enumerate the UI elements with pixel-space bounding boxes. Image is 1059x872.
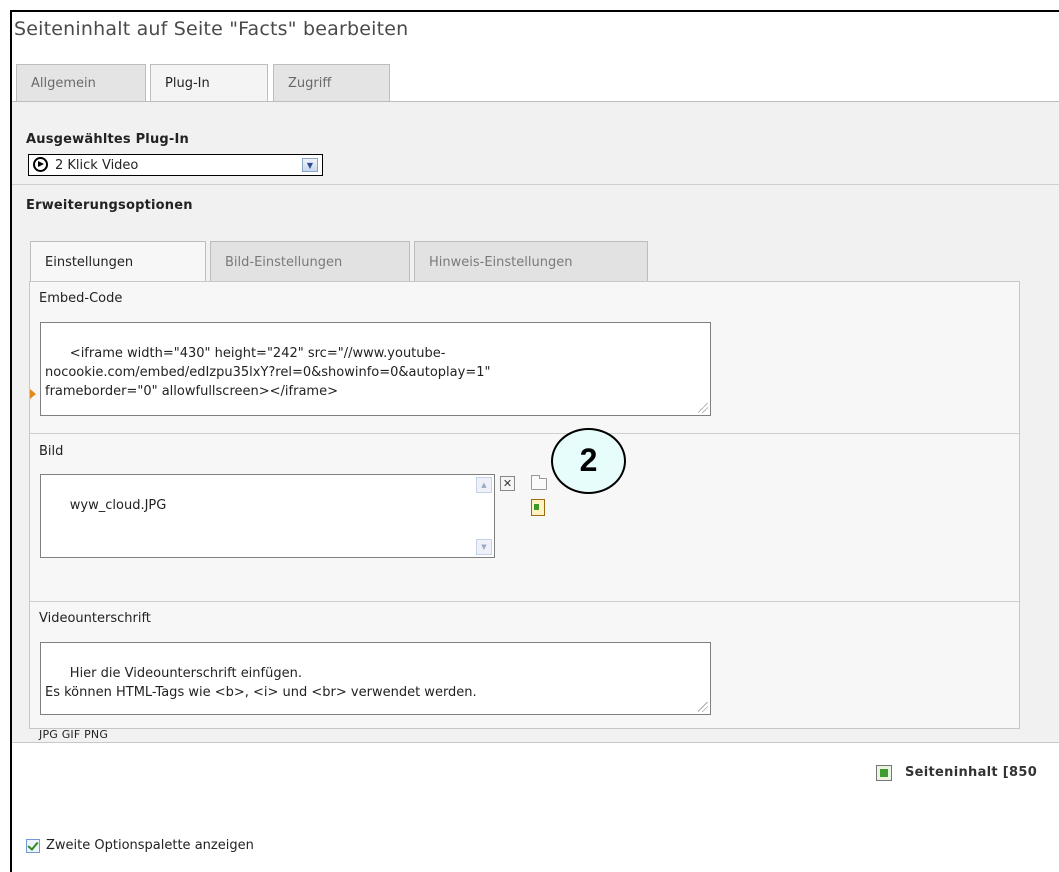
save-label[interactable]: Seiteninhalt [850 (905, 765, 1037, 780)
embed-code-textarea[interactable]: <iframe width="430" height="242" src="//… (40, 322, 711, 416)
allowed-file-types: JPG GIF PNG (39, 728, 109, 741)
active-field-marker-icon (30, 389, 36, 399)
scroll-down-icon[interactable]: ▼ (476, 539, 492, 555)
embed-label: Embed-Code (39, 291, 123, 306)
tab-allgemein[interactable]: Allgemein (16, 64, 146, 102)
section-divider (12, 184, 1059, 185)
image-file: wyw_cloud.JPG (69, 498, 167, 513)
options-heading: Erweiterungsoptionen (26, 198, 193, 213)
folder-icon[interactable] (531, 475, 547, 490)
image-section: Bild wyw_cloud.JPG ▲ ▼ JPG GIF PNG (30, 434, 1019, 741)
tab-einstellungen[interactable]: Einstellungen (30, 241, 206, 282)
tab-bild-einstellungen[interactable]: Bild-Einstellungen (210, 241, 410, 281)
embed-code-text: <iframe width="430" height="242" src="//… (45, 346, 491, 399)
plugin-heading: Ausgewähltes Plug-In (26, 132, 189, 147)
scroll-up-icon[interactable]: ▲ (476, 477, 492, 493)
tab-zugriff[interactable]: Zugriff (273, 64, 390, 102)
tab-hinweis-einstellungen[interactable]: Hinweis-Einstellungen (414, 241, 648, 281)
second-options-label: Zweite Optionspalette anzeigen (46, 838, 254, 853)
plugin-select[interactable]: 2 Klick Video ▼ (28, 154, 323, 176)
caption-textarea[interactable]: Hier die Videounterschrift einfügen. Es … (40, 642, 711, 715)
caption-text: Hier die Videounterschrift einfügen. Es … (45, 666, 477, 700)
resize-grip-icon[interactable] (698, 403, 708, 413)
image-label: Bild (39, 444, 64, 459)
chevron-down-icon[interactable]: ▼ (302, 158, 318, 172)
caption-section: Videounterschrift Hier die Videountersch… (30, 602, 1019, 728)
embed-section: Embed-Code <iframe width="430" height="2… (30, 282, 1019, 434)
callout-badge: 2 (551, 428, 626, 494)
page-title: Seiteninhalt auf Seite "Facts" bearbeite… (14, 18, 409, 40)
second-options-checkbox[interactable] (26, 839, 40, 853)
remove-icon[interactable]: ✕ (500, 476, 515, 491)
play-circle-icon (33, 157, 48, 172)
plugin-select-value: 2 Klick Video (55, 158, 139, 173)
resize-grip-icon[interactable] (698, 702, 708, 712)
image-list[interactable]: wyw_cloud.JPG ▲ ▼ (40, 474, 495, 558)
clipboard-insert-icon[interactable] (531, 499, 545, 516)
save-icon[interactable] (876, 765, 892, 781)
caption-label: Videounterschrift (39, 611, 151, 626)
tab-plug-in[interactable]: Plug-In (150, 64, 268, 103)
settings-panel: Embed-Code <iframe width="430" height="2… (29, 281, 1020, 741)
